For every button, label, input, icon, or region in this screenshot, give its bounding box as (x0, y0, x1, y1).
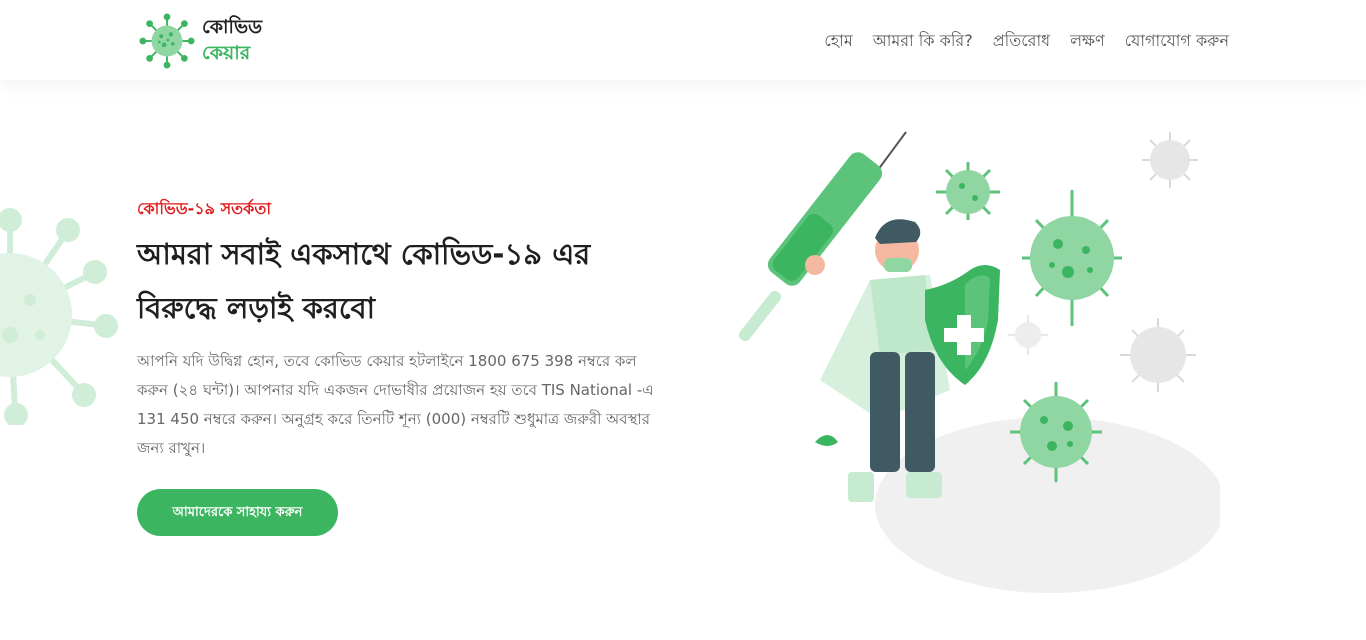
nav-item-what-we-do[interactable]: আমরা কি করি? (873, 28, 973, 55)
nav-item-home[interactable]: হোম (824, 28, 852, 55)
help-us-button[interactable]: আমাদেরকে সাহায্য করুন (137, 489, 338, 536)
background-virus-icon (0, 208, 118, 425)
nav-item-contact[interactable]: যোগাযোগ করুন (1125, 28, 1229, 55)
gray-virus-icon (1008, 315, 1048, 355)
nav-item-prevention[interactable]: প্রতিরোধ (993, 28, 1050, 55)
nav-item-symptoms[interactable]: লক্ষণ (1070, 28, 1105, 55)
virus-icon (139, 13, 195, 69)
gray-virus-icon (1120, 318, 1196, 392)
doctor-illustration (738, 131, 1220, 593)
brand-name-line2: কেয়ার (202, 42, 251, 64)
main-nav: হোম আমরা কি করি? প্রতিরোধ লক্ষণ যোগাযোগ … (824, 28, 1229, 55)
green-virus-icon (936, 162, 1000, 220)
brand-name-line1: কোভিড (202, 16, 263, 39)
leaf-icon (815, 435, 838, 446)
hero-content: কোভিড-১৯ সতর্কতা আমরা সবাই একসাথে কোভিড-… (137, 196, 677, 536)
headline-line1: আমরা সবাই একসাথে কোভিড-১৯ এর (137, 237, 591, 271)
site-header: কোভিড কেয়ার হোম আমরা কি করি? প্রতিরোধ ল… (0, 0, 1366, 80)
hero-description: আপনি যদি উদ্বিগ্ন হোন, তবে কোভিড কেয়ার … (137, 352, 654, 457)
gray-virus-icon (1142, 132, 1198, 188)
headline-line2: বিরুদ্ধে লড়াই করবো (137, 291, 376, 325)
green-virus-icon (1022, 190, 1122, 326)
hero-headline: আমরা সবাই একসাথে কোভিড-১৯ এর বিরুদ্ধে লড… (137, 227, 677, 335)
doctor-figure (805, 219, 950, 502)
hero-eyebrow: কোভিড-১৯ সতর্কতা (137, 199, 271, 218)
brand-logo[interactable]: কোভিড কেয়ার (138, 12, 262, 70)
